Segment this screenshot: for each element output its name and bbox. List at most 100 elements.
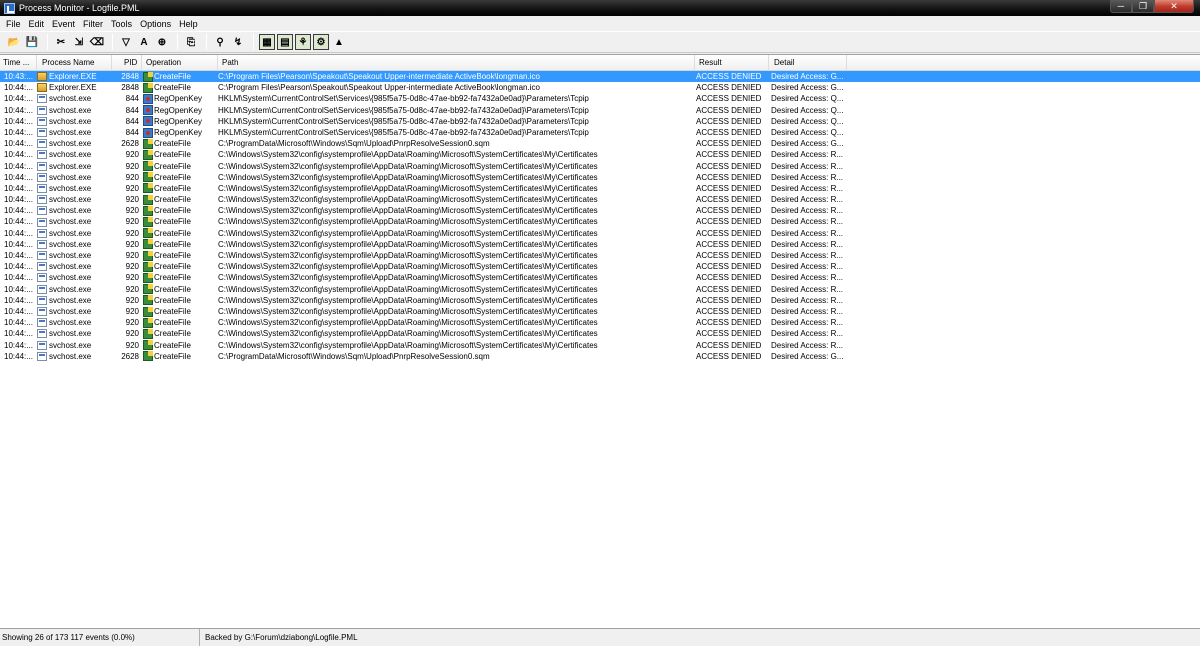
svchost-process-icon [37,351,47,361]
result-cell: ACCESS DENIED [696,195,762,205]
process-name-text: svchost.exe [49,262,92,272]
event-row[interactable]: 10:43:... Explorer.EXE 2848 CreateFile C:\Pr… [0,71,1200,83]
event-row[interactable]: 10:44:... svchost.exe 920 CreateFile C:\Wind… [0,205,1200,216]
event-row[interactable]: 10:44:... svchost.exe 920 CreateFile C:\Wind… [0,183,1200,194]
event-row[interactable]: 10:44:... svchost.exe 920 CreateFile C:\Wind… [0,149,1200,160]
path-cell: C:\Program Files\Pearson\Speakout\Speako… [218,83,540,93]
event-list[interactable]: Time ... Process Name PID Operation Path… [0,54,1200,628]
filesystem-icon [143,351,153,362]
process-activity-icon[interactable]: ⚙ [313,34,329,50]
highlight-icon[interactable]: A [136,34,152,50]
event-row[interactable]: 10:44:... svchost.exe 920 CreateFile C:\Wind… [0,328,1200,339]
path-cell: C:\Windows\System32\config\systemprofile… [218,217,598,227]
menu-file[interactable]: File [2,19,25,29]
operation-cell: RegOpenKey [143,116,215,127]
process-name-cell: svchost.exe [37,127,119,138]
find-icon[interactable]: ⚲ [212,34,228,50]
event-row[interactable]: 10:44:... Explorer.EXE 2848 CreateFile C:\Pr… [0,82,1200,93]
event-row[interactable]: 10:44:... svchost.exe 920 CreateFile C:\Wind… [0,261,1200,272]
jump-to-icon[interactable]: ↯ [230,34,246,50]
menu-event[interactable]: Event [48,19,79,29]
event-row[interactable]: 10:44:... svchost.exe 920 CreateFile C:\Wind… [0,317,1200,328]
column-header-operation[interactable]: Operation [142,55,218,71]
operation-cell: CreateFile [143,272,215,283]
pid-cell: 920 [125,239,139,249]
result-cell: ACCESS DENIED [696,340,762,350]
event-row[interactable]: 10:44:... svchost.exe 920 CreateFile C:\Wind… [0,239,1200,250]
filter-icon[interactable]: ▽ [118,34,134,50]
event-row[interactable]: 10:44:... svchost.exe 920 CreateFile C:\Wind… [0,284,1200,295]
path-cell: C:\Program Files\Pearson\Speakout\Speako… [218,72,540,81]
time-cell: 10:44:... [4,172,33,182]
capture-icon[interactable]: ✂ [53,34,69,50]
event-row[interactable]: 10:44:... svchost.exe 2628 CreateFile C:\Pro… [0,138,1200,149]
minimize-button[interactable]: ─ [1110,0,1132,13]
svchost-process-icon [37,273,47,283]
menu-options[interactable]: Options [136,19,175,29]
operation-text: CreateFile [154,161,191,171]
svchost-process-icon [37,217,47,227]
filesystem-icon [143,340,153,351]
event-row[interactable]: 10:44:... svchost.exe 844 RegOpenKey HKLM\Sy… [0,127,1200,138]
menu-filter[interactable]: Filter [79,19,107,29]
pid-cell: 920 [125,273,139,283]
detail-cell: Desired Access: R... [771,273,844,283]
result-cell: ACCESS DENIED [696,329,762,339]
operation-text: RegOpenKey [154,127,203,137]
path-cell: C:\Windows\System32\config\systemprofile… [218,295,598,305]
open-icon[interactable]: 📂 [6,34,22,50]
path-cell: C:\ProgramData\Microsoft\Windows\Sqm\Upl… [218,351,490,361]
operation-text: CreateFile [154,295,191,305]
profiling-icon[interactable]: ▲ [331,34,347,50]
column-header-time[interactable]: Time ... [0,55,37,71]
menu-help[interactable]: Help [175,19,202,29]
event-row[interactable]: 10:44:... svchost.exe 844 RegOpenKey HKLM\Sy… [0,116,1200,127]
event-row[interactable]: 10:44:... svchost.exe 2628 CreateFile C:\Pro… [0,351,1200,362]
filesystem-icon [143,295,153,306]
include-process-icon[interactable]: ⊕ [154,34,170,50]
save-icon[interactable]: 💾 [24,34,40,50]
column-header-path[interactable]: Path [218,55,695,71]
menu-edit[interactable]: Edit [25,19,49,29]
column-header-process-name[interactable]: Process Name [37,55,112,71]
column-header-detail[interactable]: Detail [769,55,847,71]
operation-cell: CreateFile [143,183,215,194]
event-row[interactable]: 10:44:... svchost.exe 920 CreateFile C:\Wind… [0,250,1200,261]
menu-bar: File Edit Event Filter Tools Options Help [0,16,1200,31]
autoscroll-icon[interactable]: ⇲ [71,34,87,50]
filesystem-icon [143,194,153,205]
jump-icon[interactable]: ⎘ [183,34,199,50]
event-row[interactable]: 10:44:... svchost.exe 844 RegOpenKey HKLM\Sy… [0,105,1200,116]
detail-cell: Desired Access: G... [771,83,844,93]
menu-tools[interactable]: Tools [107,19,136,29]
filesystem-icon [143,71,153,82]
column-header-result[interactable]: Result [695,55,769,71]
event-row[interactable]: 10:44:... svchost.exe 920 CreateFile C:\Wind… [0,340,1200,351]
registry-activity-icon[interactable]: ▦ [259,34,275,50]
filesystem-activity-icon[interactable]: ▤ [277,34,293,50]
operation-text: RegOpenKey [154,94,203,104]
event-row[interactable]: 10:44:... svchost.exe 920 CreateFile C:\Wind… [0,272,1200,283]
event-row[interactable]: 10:44:... svchost.exe 920 CreateFile C:\Wind… [0,228,1200,239]
clear-icon[interactable]: ⌫ [89,34,105,50]
maximize-button[interactable]: ❐ [1132,0,1154,13]
event-row[interactable]: 10:44:... svchost.exe 920 CreateFile C:\Wind… [0,295,1200,306]
detail-cell: Desired Access: R... [771,183,844,193]
operation-text: CreateFile [154,251,191,260]
event-row[interactable]: 10:44:... svchost.exe 920 CreateFile C:\Wind… [0,216,1200,228]
result-cell: ACCESS DENIED [696,139,762,149]
operation-text: CreateFile [154,340,191,350]
network-activity-icon[interactable]: ⚘ [295,34,311,50]
filesystem-icon [143,183,153,194]
close-icon: ✕ [1170,0,1178,11]
process-name-cell: svchost.exe [37,172,119,183]
close-button[interactable]: ✕ [1154,0,1194,13]
event-row[interactable]: 10:44:... svchost.exe 920 CreateFile C:\Wind… [0,161,1200,172]
column-header-pid[interactable]: PID [112,55,142,71]
pid-cell: 920 [125,150,139,160]
event-row[interactable]: 10:44:... svchost.exe 844 RegOpenKey HKLM\Sy… [0,93,1200,104]
event-row[interactable]: 10:44:... svchost.exe 920 CreateFile C:\Wind… [0,194,1200,205]
operation-text: CreateFile [154,329,191,339]
event-row[interactable]: 10:44:... svchost.exe 920 CreateFile C:\Wind… [0,306,1200,317]
event-row[interactable]: 10:44:... svchost.exe 920 CreateFile C:\Wind… [0,172,1200,183]
